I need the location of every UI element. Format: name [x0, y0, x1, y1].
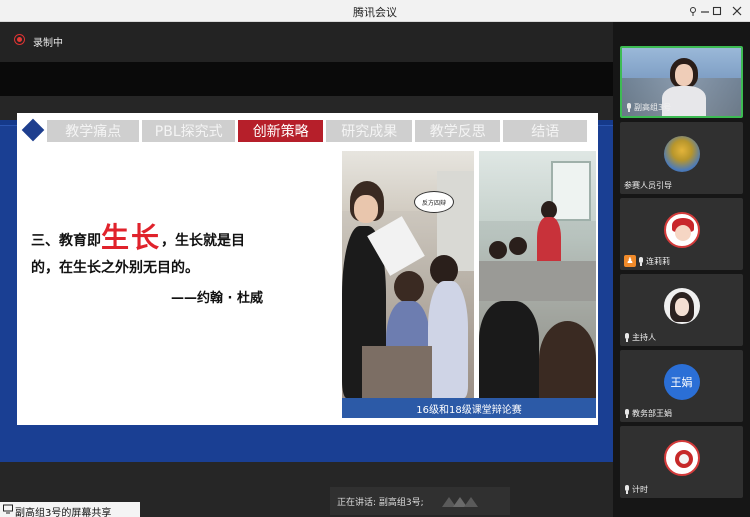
quote-line-2: 的，在生长之外别无目的。	[31, 260, 199, 276]
photo-caption: 16级和18级课堂辩论赛	[342, 398, 596, 418]
recording-bar: 录制中	[0, 22, 613, 62]
quote-highlight: 生长	[101, 221, 162, 254]
speaking-indicator: 正在讲话: 副高组3号;	[330, 487, 510, 515]
window-title: 腾讯会议	[353, 6, 397, 19]
participant-tile[interactable]: 参赛人员引导	[620, 122, 743, 194]
participant-name: 主持人	[624, 332, 656, 343]
participant-name: 副高组3号	[626, 102, 671, 113]
screen-share-indicator[interactable]: 副高组3号的屏幕共享	[0, 502, 140, 517]
participant-tile[interactable]: 计时	[620, 426, 743, 498]
slide-tab-active: 创新策略	[237, 120, 324, 142]
top-band	[0, 62, 613, 96]
slide-tab: 教学反思	[414, 120, 501, 142]
participant-name: ♟ 连莉莉	[624, 255, 670, 267]
cartoon-avatar	[663, 212, 700, 248]
speech-bubble: 反方四辩	[414, 191, 454, 213]
participant-tile-active[interactable]: 副高组3号	[620, 46, 743, 118]
classroom-photo-debate: 反方四辩	[342, 151, 474, 398]
maximize-icon[interactable]	[706, 2, 728, 20]
slide-tab: 结语	[503, 120, 587, 142]
presentation-slide: 教学痛点 PBL探究式 创新策略 研究成果 教学反思 结语 三、教育即生长，生长…	[17, 113, 598, 425]
photo-avatar	[663, 288, 700, 324]
classroom-photo-students	[479, 151, 596, 398]
slide-tabs: 教学痛点 PBL探究式 创新策略 研究成果 教学反思 结语	[47, 120, 587, 142]
diamond-icon	[21, 118, 45, 142]
slide-tab: 研究成果	[326, 120, 412, 142]
quote-line-1: 三、教育即生长，生长就是目	[31, 221, 246, 254]
participant-tile[interactable]: 王娟 教务部王娟	[620, 350, 743, 422]
recording-label: 录制中	[33, 38, 63, 49]
text-avatar: 王娟	[663, 364, 700, 400]
microphone-off-icon	[624, 409, 630, 418]
share-label: 副高组3号的屏幕共享	[15, 508, 112, 517]
meeting-logo-icon	[442, 497, 478, 507]
microphone-icon	[626, 103, 632, 112]
participants-panel: 副高组3号 参赛人员引导 ♟ 连莉莉 主持人 王娟 教务部王娟 计时	[613, 22, 750, 517]
slide-tab: PBL探究式	[142, 120, 235, 142]
microphone-off-icon	[624, 485, 630, 494]
host-icon: ♟	[624, 255, 636, 267]
record-icon[interactable]	[14, 34, 25, 45]
landscape-avatar	[663, 136, 700, 172]
slide-tab: 教学痛点	[47, 120, 140, 142]
participant-name: 教务部王娟	[624, 408, 672, 419]
participant-tile[interactable]: ♟ 连莉莉	[620, 198, 743, 270]
quote-author: ——约翰 · 杜威	[171, 291, 263, 306]
close-icon[interactable]	[726, 2, 748, 20]
microphone-off-icon	[624, 333, 630, 342]
microphone-off-icon	[638, 256, 644, 266]
title-bar: 腾讯会议	[0, 0, 750, 22]
participant-name: 参赛人员引导	[624, 181, 672, 190]
logo-avatar	[663, 440, 700, 476]
screen-share-icon	[3, 504, 13, 514]
participant-name: 计时	[624, 484, 648, 495]
speaking-label: 正在讲话: 副高组3号;	[337, 498, 424, 508]
participant-tile[interactable]: 主持人	[620, 274, 743, 346]
